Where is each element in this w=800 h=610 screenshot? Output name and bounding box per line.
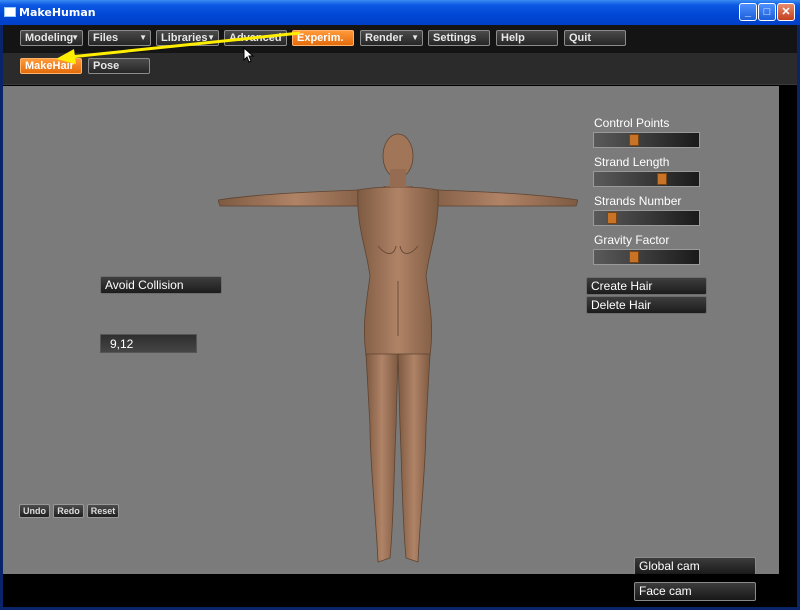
face-cam-button[interactable]: Face cam: [634, 582, 756, 601]
strand-length-slider[interactable]: [593, 171, 700, 187]
create-hair-button[interactable]: Create Hair: [586, 277, 707, 295]
tab-advanced[interactable]: Advanced: [224, 30, 287, 46]
window-title: MakeHuman: [19, 6, 96, 19]
subtab-pose[interactable]: Pose: [88, 58, 150, 74]
minimize-icon[interactable]: _: [739, 3, 757, 21]
control-points-slider[interactable]: [593, 132, 700, 148]
client-area: Modeling ▼ Files ▼ Libraries ▼ Advanced Exp…: [3, 25, 797, 607]
title-bar[interactable]: MakeHuman _ □ ✕: [0, 0, 800, 25]
strands-number-slider[interactable]: [593, 210, 700, 226]
tab-quit[interactable]: Quit: [564, 30, 626, 46]
redo-button[interactable]: Redo: [53, 504, 84, 518]
gravity-factor-label: Gravity Factor: [594, 233, 670, 247]
app-icon: [4, 7, 16, 17]
value-field[interactable]: 9,12: [100, 334, 197, 353]
slider-handle[interactable]: [629, 251, 639, 263]
tab-help[interactable]: Help: [496, 30, 558, 46]
right-strip: [779, 86, 797, 607]
cursor-icon: [243, 47, 255, 63]
head[interactable]: [378, 131, 428, 196]
strands-number-label: Strands Number: [594, 194, 682, 208]
tab-modeling[interactable]: Modeling ▼: [20, 30, 83, 46]
tab-experim[interactable]: Experim.: [292, 30, 354, 46]
maximize-icon[interactable]: □: [758, 3, 776, 21]
avoid-collision-toggle[interactable]: Avoid Collision: [100, 276, 222, 294]
sub-menu-bar: MakeHair Pose: [3, 53, 797, 85]
gravity-factor-slider[interactable]: [593, 249, 700, 265]
human-model[interactable]: [218, 186, 578, 566]
bottom-strip: Face cam: [3, 574, 779, 607]
tab-libraries[interactable]: Libraries ▼: [156, 30, 219, 46]
subtab-makehair[interactable]: MakeHair: [20, 58, 82, 74]
reset-button[interactable]: Reset: [87, 504, 119, 518]
3d-viewport[interactable]: Control Points Strand Length Strands Num…: [3, 86, 779, 576]
strand-length-label: Strand Length: [594, 155, 670, 169]
slider-handle[interactable]: [629, 134, 639, 146]
tab-settings[interactable]: Settings: [428, 30, 490, 46]
control-points-label: Control Points: [594, 116, 670, 130]
tab-render[interactable]: Render ▼: [360, 30, 423, 46]
slider-handle[interactable]: [607, 212, 617, 224]
slider-handle[interactable]: [657, 173, 667, 185]
main-menu-bar: Modeling ▼ Files ▼ Libraries ▼ Advanced Exp…: [3, 25, 797, 53]
close-icon[interactable]: ✕: [777, 3, 795, 21]
undo-button[interactable]: Undo: [19, 504, 50, 518]
tab-files[interactable]: Files ▼: [88, 30, 151, 46]
app-window: MakeHuman _ □ ✕ Modeling ▼ Files ▼ Librari…: [0, 0, 800, 610]
delete-hair-button[interactable]: Delete Hair: [586, 296, 707, 314]
